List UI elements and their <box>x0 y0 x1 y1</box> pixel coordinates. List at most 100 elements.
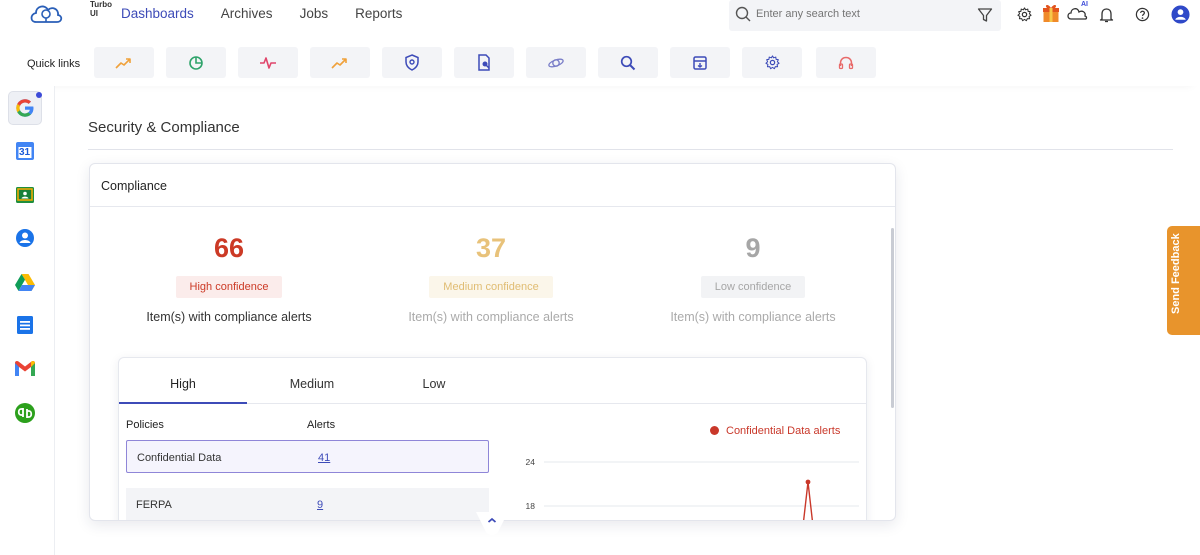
user-icon[interactable] <box>1171 5 1190 24</box>
send-feedback-label: Send Feedback <box>1170 233 1182 314</box>
forms-icon <box>17 316 33 334</box>
quick-link-satellite[interactable] <box>526 47 586 78</box>
search-icon <box>735 6 751 22</box>
legend-swatch <box>710 426 719 435</box>
policy-name: FERPA <box>136 499 172 511</box>
calendar-day: 31 <box>19 147 31 158</box>
stat-description: Item(s) with compliance alerts <box>408 310 574 324</box>
alerts-count-link[interactable]: 9 <box>317 499 323 511</box>
policy-name: Confidential Data <box>137 452 222 464</box>
compliance-card-header: Compliance <box>90 164 895 207</box>
confidence-badge: Medium confidence <box>429 276 553 298</box>
search-icon <box>620 55 636 70</box>
alerts-line-chart: 24 18 <box>526 457 859 520</box>
app-drive[interactable] <box>9 266 41 298</box>
quick-link-report[interactable] <box>454 47 514 78</box>
quick-link-search[interactable] <box>598 47 658 78</box>
compliance-card-title: Compliance <box>101 179 168 193</box>
turbo-ui-logo[interactable]: Turbo UI <box>28 0 112 30</box>
classroom-icon <box>16 187 34 203</box>
contacts-icon <box>16 229 34 247</box>
policy-alerts-panel: High Medium Low Policies Alerts Confiden… <box>118 357 867 520</box>
stat-description: Item(s) with compliance alerts <box>146 310 312 324</box>
gear-icon[interactable] <box>1017 7 1032 22</box>
trend-up-icon <box>115 57 131 69</box>
tab-medium[interactable]: Medium <box>248 377 376 391</box>
confidence-tabs: High Medium Low <box>119 358 866 404</box>
shield-icon <box>405 54 419 71</box>
archive-icon <box>693 55 707 70</box>
nav-reports[interactable]: Reports <box>355 6 402 21</box>
pie-chart-icon <box>189 55 203 70</box>
app-rail: 31 <box>0 86 55 555</box>
page-title: Security & Compliance <box>88 119 240 136</box>
stat-low[interactable]: 9 Low confidence Item(s) with compliance… <box>633 232 873 324</box>
stat-high[interactable]: 66 High confidence Item(s) with complian… <box>109 232 349 324</box>
quick-link-trend-2[interactable] <box>310 47 370 78</box>
y-tick-label: 18 <box>526 501 536 511</box>
search-input[interactable] <box>756 8 966 20</box>
ai-label: AI <box>1081 1 1088 8</box>
compliance-card: Compliance 66 High confidence Item(s) wi… <box>89 163 896 521</box>
section-divider <box>88 149 1173 150</box>
chevron-up-icon <box>476 512 508 535</box>
help-icon[interactable] <box>1135 7 1150 22</box>
stat-value: 37 <box>475 233 507 263</box>
app-forms[interactable] <box>9 309 41 341</box>
quick-link-trend[interactable] <box>94 47 154 78</box>
tab-low[interactable]: Low <box>370 377 498 391</box>
chart-legend[interactable]: Confidential Data alerts <box>710 425 840 437</box>
stat-description: Item(s) with compliance alerts <box>670 310 836 324</box>
quickbooks-icon <box>15 403 35 423</box>
quick-link-settings[interactable] <box>742 47 802 78</box>
confidence-badge: Low confidence <box>700 276 806 298</box>
report-icon <box>478 54 490 71</box>
main-nav: Dashboards Archives Jobs Reports <box>121 6 429 21</box>
app-contacts[interactable] <box>9 222 41 254</box>
card-scrollbar[interactable] <box>891 228 894 408</box>
app-quickbooks[interactable] <box>9 397 41 429</box>
quick-link-pie-chart[interactable] <box>166 47 226 78</box>
collapse-toggle[interactable] <box>476 512 508 536</box>
nav-dashboards[interactable]: Dashboards <box>121 6 194 21</box>
legend-label: Confidential Data alerts <box>726 425 841 437</box>
drive-icon <box>15 274 35 291</box>
app-classroom[interactable] <box>9 179 41 211</box>
tab-high[interactable]: High <box>119 377 247 404</box>
logo-text: Turbo UI <box>90 0 113 18</box>
headset-icon <box>838 56 854 69</box>
confidence-badge: High confidence <box>175 276 283 298</box>
alerts-count-link[interactable]: 41 <box>318 452 330 464</box>
satellite-icon <box>548 58 564 67</box>
pulse-icon <box>260 56 276 69</box>
app-gmail[interactable] <box>9 353 41 385</box>
app-google[interactable] <box>9 92 42 124</box>
table-row[interactable]: FERPA 9 <box>126 488 489 520</box>
google-icon <box>16 99 34 117</box>
top-bar: Turbo UI Dashboards Archives Jobs Report… <box>0 0 1200 34</box>
series-line <box>802 481 814 520</box>
stat-value: 66 <box>213 233 245 263</box>
column-header-alerts: Alerts <box>307 419 336 431</box>
search-bar <box>729 0 1001 31</box>
nav-jobs[interactable]: Jobs <box>300 6 329 21</box>
quick-link-support[interactable] <box>816 47 876 78</box>
data-point[interactable] <box>805 479 811 485</box>
gmail-icon <box>15 361 35 376</box>
y-tick-label: 24 <box>526 457 536 467</box>
app-calendar[interactable]: 31 <box>9 135 41 167</box>
gift-icon[interactable] <box>1042 3 1060 23</box>
send-feedback-button[interactable]: Send Feedback <box>1167 226 1200 335</box>
bell-icon[interactable] <box>1099 7 1114 23</box>
quick-link-archive[interactable] <box>670 47 730 78</box>
nav-archives[interactable]: Archives <box>221 6 273 21</box>
filter-icon[interactable] <box>977 7 993 23</box>
cloud-logo-icon <box>30 5 63 23</box>
quick-link-pulse[interactable] <box>238 47 298 78</box>
quick-link-shield[interactable] <box>382 47 442 78</box>
stat-value: 9 <box>745 233 761 263</box>
stat-medium[interactable]: 37 Medium confidence Item(s) with compli… <box>371 232 611 324</box>
table-row[interactable]: Confidential Data 41 <box>126 440 489 473</box>
gear-icon <box>764 55 780 70</box>
trend-up-icon <box>331 57 347 69</box>
